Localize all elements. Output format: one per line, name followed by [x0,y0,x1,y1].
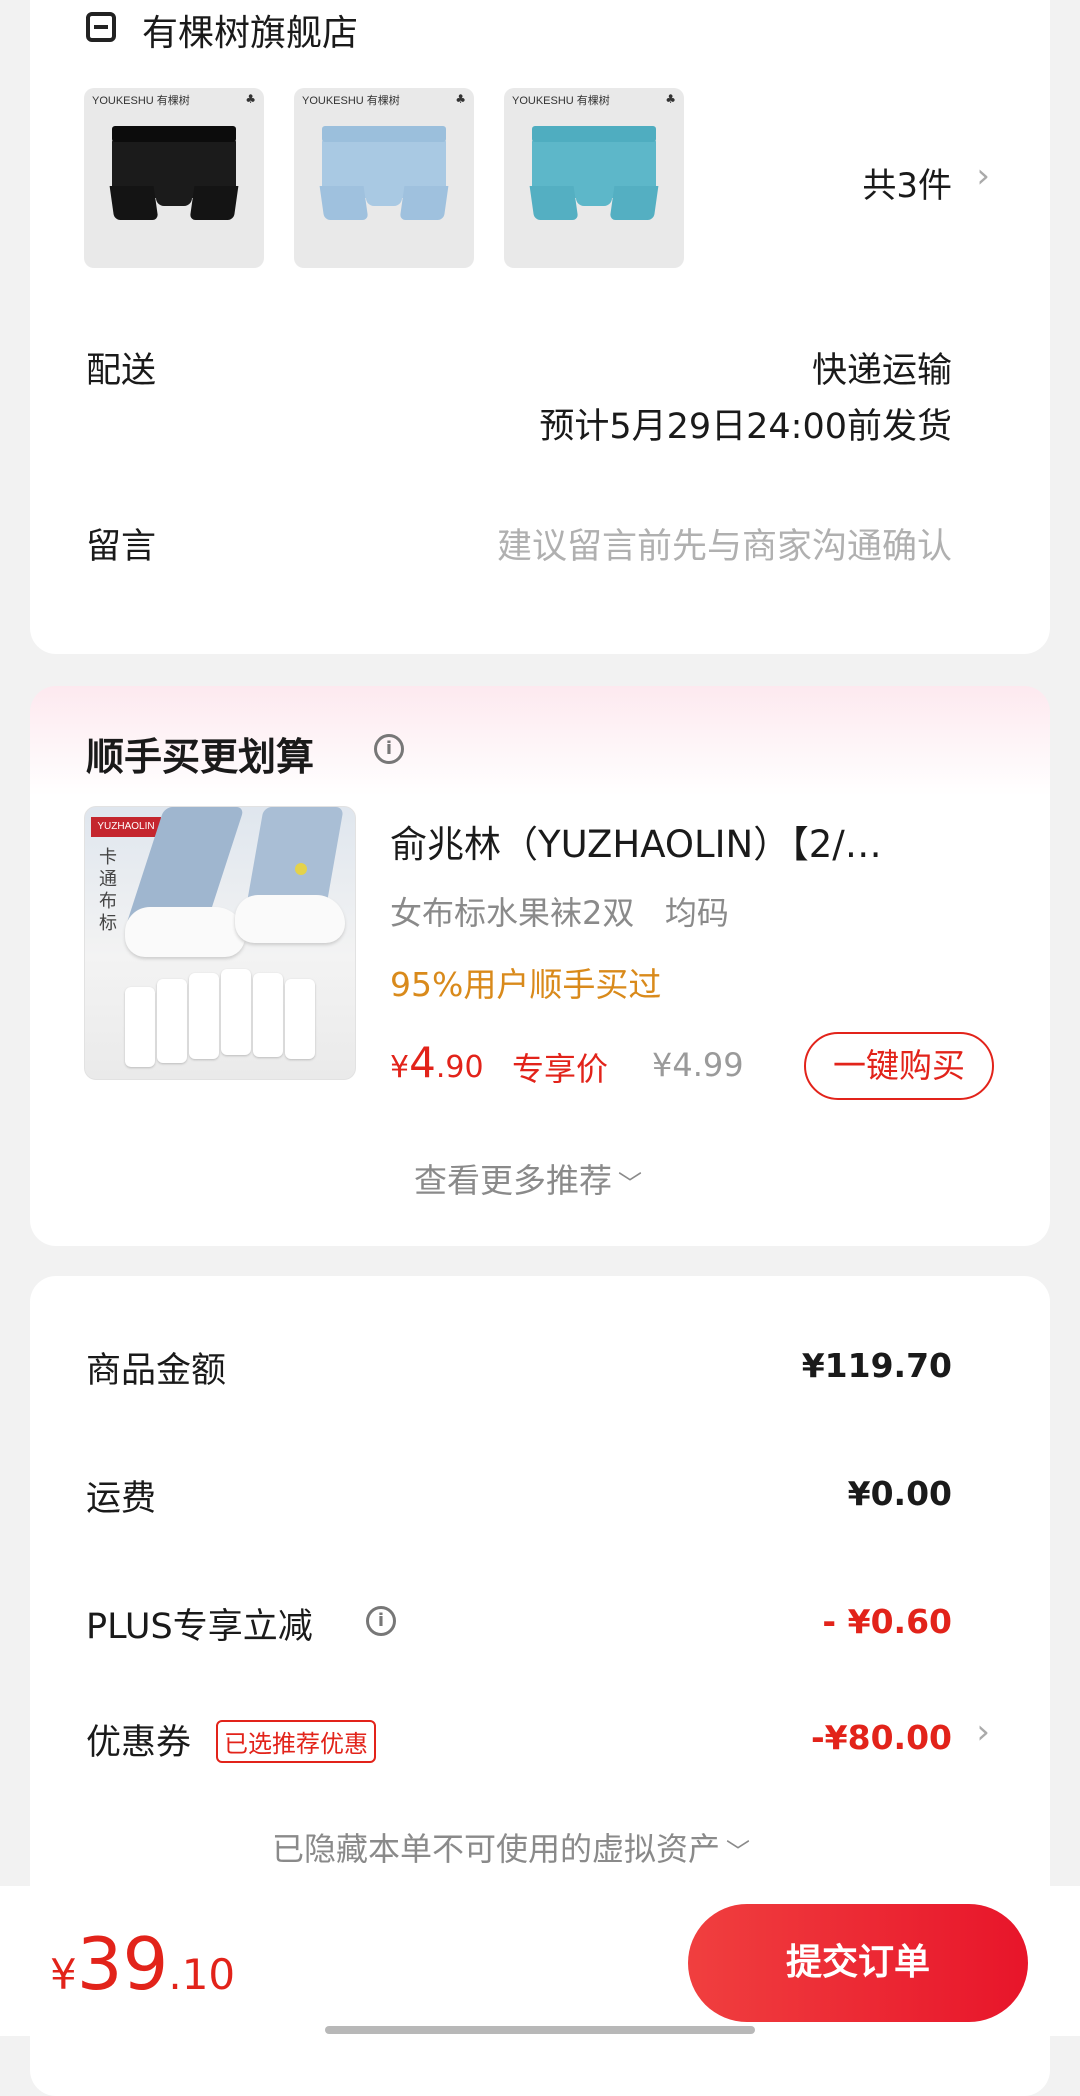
underwear-image [529,126,659,224]
brand-mark-icon: ♣ [665,92,676,106]
price-int: 4 [409,1038,436,1087]
hidden-assets-toggle[interactable]: 已隐藏本单不可使用的虚拟资产 ﹀ [272,1824,750,1870]
shipping-label: 运费 [86,1479,157,1519]
brand-mark-icon: ♣ [455,92,466,106]
thumbnail-brand: YOUKESHU 有棵树 [92,95,190,107]
goods-amount-label: 商品金额 [86,1351,227,1391]
total-symbol: ¥ [50,1950,77,1999]
chevron-right-icon[interactable]: › [976,1712,990,1752]
shipping-value: ¥0.00 [847,1474,952,1513]
price-symbol: ¥ [390,1050,410,1085]
home-indicator[interactable] [325,2026,755,2034]
original-price: ¥4.99 [652,1046,744,1084]
chevron-down-icon: ﹀ [726,1838,751,1866]
recommend-title: 顺手买更划算 [86,735,315,779]
delivery-eta: 预计5月29日24:00前发货 [539,407,952,447]
product-title[interactable]: 俞兆林（YUZHAOLIN）【2/… [390,814,882,868]
store-icon [86,12,116,42]
message-label: 留言 [86,527,157,567]
plus-discount-value: - ¥0.60 [822,1602,952,1641]
see-more-label: 查看更多推荐 [414,1161,612,1200]
store-card: 有棵树旗舰店 YOUKESHU 有棵树 ♣ YOUKESHU 有棵树 ♣ YOU… [30,0,1050,654]
coupon-label: 优惠券 [86,1723,192,1763]
price-tag: 专享价 [512,1050,609,1088]
one-click-buy-button[interactable]: 一键购买 [804,1032,994,1100]
store-name[interactable]: 有棵树旗舰店 [142,4,358,56]
price-dec: .90 [435,1050,484,1085]
product-thumbnail[interactable]: YOUKESHU 有棵树 ♣ [294,88,474,268]
brand-mark-icon: ♣ [245,92,256,106]
thumbnail-brand: YOUKESHU 有棵树 [302,95,400,107]
coupon-value[interactable]: -¥80.00 [811,1718,952,1757]
goods-amount-value: ¥119.70 [801,1346,952,1385]
delivery-method[interactable]: 快递运输 [812,342,952,393]
social-proof: 95%用户顺手买过 [390,965,662,1004]
sock-product-image[interactable]: YUZHAOLIN 卡通布标 [84,806,356,1080]
underwear-image [319,126,449,224]
product-thumbnail[interactable]: YOUKESHU 有棵树 ♣ [84,88,264,268]
message-input[interactable]: 建议留言前先与商家沟通确认 [497,518,952,569]
product-spec[interactable]: 女布标水果袜2双 均码 [390,888,729,934]
coupon-badge: 已选推荐优惠 [216,1720,376,1763]
see-more-recommendations[interactable]: 查看更多推荐 ﹀ [414,1154,642,1202]
hidden-assets-label: 已隐藏本单不可使用的虚拟资产 [272,1830,721,1868]
sock-brand-label: YUZHAOLIN [91,817,161,837]
item-count[interactable]: 共3件 [862,158,952,207]
info-icon[interactable]: i [374,734,404,764]
submit-order-button[interactable]: 提交订单 [688,1904,1028,2022]
product-thumbnail[interactable]: YOUKESHU 有棵树 ♣ [504,88,684,268]
chevron-right-icon[interactable]: › [976,156,990,196]
delivery-label: 配送 [86,351,157,391]
exclusive-price: ¥4.90 [390,1038,484,1087]
thumbnail-brand: YOUKESHU 有棵树 [512,95,610,107]
recommend-card: 顺手买更划算 i YUZHAOLIN 卡通布标 俞兆林（YUZHAOLIN）【2… [30,686,1050,1246]
total-int: 39 [76,1922,169,2006]
order-total: ¥39.10 [50,1922,235,2006]
bottom-bar: ¥39.10 提交订单 [0,1886,1080,2036]
total-dec: .10 [168,1950,236,1999]
underwear-image [109,126,239,224]
chevron-down-icon: ﹀ [618,1170,642,1198]
plus-discount-label: PLUS专享立减 [86,1607,313,1647]
sock-image-text: 卡通布标 [99,847,117,934]
info-icon[interactable]: i [366,1606,396,1636]
